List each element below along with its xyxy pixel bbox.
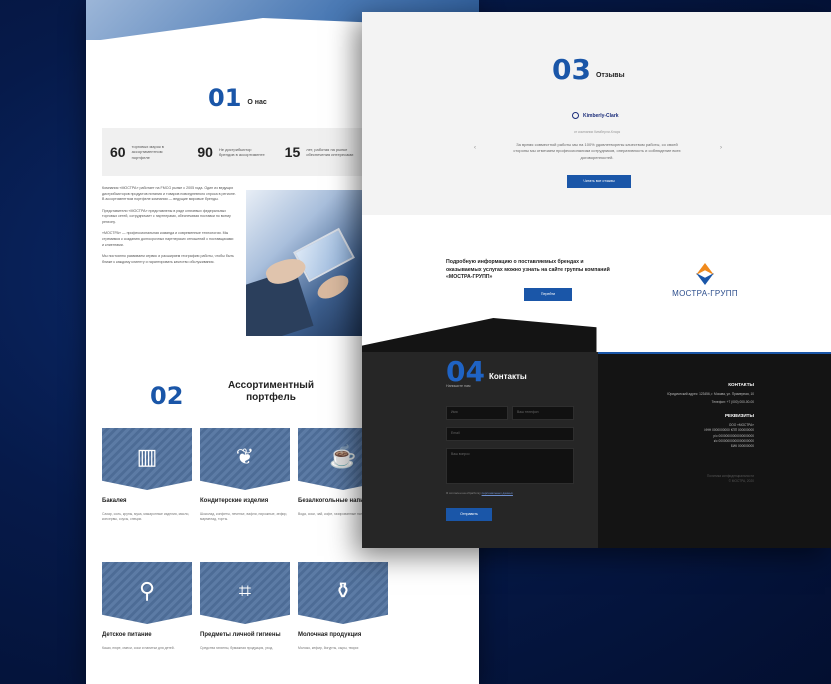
group-site-button[interactable]: Перейти [524, 288, 572, 301]
consent-checkbox[interactable]: Я согласен на обработку персональных дан… [446, 491, 576, 495]
card-description: Сахар, соль, крупы, мука, макаронные изд… [102, 511, 190, 521]
mostra-logo-icon [694, 263, 716, 285]
stat-item: 15 лет, работая на рынке обеспечения инт… [277, 144, 364, 160]
address-text: Юридический адрес: 123456, г. Москва, ул… [667, 392, 754, 396]
card-title: Бакалея [102, 498, 127, 504]
landing-page-preview-right: 03 Отзывы Kimberly-Clark от компании Ким… [362, 12, 831, 548]
message-field[interactable]: Ваш вопрос [446, 448, 574, 484]
review-author: от компании Кимберли-Кларк [573, 130, 621, 134]
mostra-group-logo[interactable]: МОСТРА-ГРУПП [660, 263, 750, 298]
send-button[interactable]: Отправить [446, 508, 492, 521]
stat-value: 90 [197, 144, 213, 160]
requisites-heading: РЕКВИЗИТЫ [724, 413, 754, 419]
category-card-hygiene[interactable]: ⌗ Предметы личной гигиены Средства гигие… [200, 562, 290, 651]
stat-item: 60 торговых марок в ассортиментном портф… [102, 144, 189, 160]
category-card-dairy[interactable]: ⚱ Молочная продукция Молоко, кефир, йогу… [298, 562, 388, 651]
about-number: 01 [208, 84, 242, 112]
category-card-grocery[interactable]: ▥ Бакалея Сахар, соль, крупы, мука, мака… [102, 428, 192, 522]
contacts-number: 04 [446, 355, 485, 388]
card-title: Кондитерские изделия [200, 498, 269, 504]
mostra-logo-text: МОСТРА-ГРУПП [672, 289, 738, 298]
portfolio-number: 02 [150, 382, 184, 410]
baby-food-icon: ⚲ [138, 577, 156, 603]
kimberly-clark-icon [572, 112, 579, 119]
stat-text: Не дистрибьютор брендов в ассортименте [218, 146, 265, 157]
hygiene-icon: ⌗ [238, 577, 252, 603]
stat-value: 60 [110, 144, 126, 160]
category-card-confectionery[interactable]: ❦ Кондитерские изделия Шоколад, конфеты,… [200, 428, 290, 522]
card-description: Молоко, кефир, йогурты, сыры, творог. [298, 645, 360, 650]
contacts-info-heading: КОНТАКТЫ [728, 382, 754, 387]
all-reviews-button[interactable]: Читать все отзывы [567, 175, 631, 188]
requisites-line: БИК 000000000 [730, 443, 754, 448]
kimberly-clark-logo: Kimberly-Clark [572, 112, 619, 119]
about-paragraph: Представители «МОСТРА» представлены в ря… [102, 208, 231, 224]
reviews-heading: 03 Отзывы [552, 56, 625, 84]
card-title: Предметы личной гигиены [200, 632, 281, 638]
phone-field[interactable]: Ваш телефон [512, 406, 574, 420]
business-tablet-photo [246, 190, 364, 336]
portfolio-label: Ассортиментный портфель [228, 380, 314, 403]
reviews-number: 03 [552, 53, 591, 86]
stat-value: 15 [284, 144, 301, 160]
phone-text[interactable]: Телефон: +7 (000) 000-00-00 [608, 400, 754, 405]
stat-item: 90 Не дистрибьютор брендов в ассортимент… [189, 144, 276, 160]
review-brand: Kimberly-Clark [583, 112, 619, 119]
name-field[interactable]: Имя [446, 406, 508, 420]
milk-icon: ⚱ [333, 577, 353, 603]
prev-arrow-icon[interactable]: ‹ [474, 145, 476, 151]
card-description: Каши, пюре, смеси, соки и напитки для де… [102, 645, 175, 650]
email-field[interactable]: Email [446, 427, 574, 441]
grocery-icon: ▥ [136, 443, 158, 469]
cup-icon: ☕ [329, 443, 357, 469]
about-paragraph: «МОСТРА» — профессиональная команда и со… [102, 231, 234, 247]
category-card-baby-food[interactable]: ⚲ Детское питание Каши, пюре, смеси, сок… [102, 562, 192, 651]
contacts-info-block: КОНТАКТЫ Юридический адрес: 123456, г. М… [608, 382, 754, 484]
stat-text: лет, работая на рынке обеспечения интере… [306, 146, 354, 157]
portfolio-heading: 02 [150, 384, 183, 408]
stat-text: торговых марок в ассортиментном портфеле [131, 144, 164, 160]
reviews-label: Отзывы [595, 72, 625, 79]
stats-bar: 60 торговых марок в ассортиментном портф… [102, 128, 364, 176]
about-paragraph: Мы постоянно развиваем сервис и расширяе… [102, 254, 234, 264]
next-arrow-icon[interactable]: › [720, 145, 722, 151]
contacts-heading: 04 Контакты [446, 358, 527, 386]
review-text: За время совместной работы мы на 100% уд… [513, 142, 681, 160]
about-label: О нас [247, 99, 267, 106]
candy-icon: ❦ [235, 443, 255, 469]
about-heading: 01 О нас [208, 86, 267, 110]
copyright-text: © МОСТРА, 2020 [728, 479, 754, 483]
card-description: Шоколад, конфеты, печенье, вафли, пирожн… [200, 511, 288, 521]
consent-text: Я согласен на обработку [446, 491, 482, 495]
about-paragraph: Компания «МОСТРА» работает на FMCG рынке… [102, 186, 236, 202]
contacts-label: Контакты [488, 372, 527, 381]
accent-divider [598, 352, 831, 354]
about-text-block: Компания «МОСТРА» работает на FMCG рынке… [102, 186, 236, 271]
group-info-text: Подробную информацию о поставляемых брен… [446, 259, 610, 281]
privacy-link[interactable]: персональных данных [482, 491, 513, 495]
contacts-subtitle: Напишите нам [446, 384, 471, 388]
card-description: Средства гигиены, бумажная продукция, ух… [200, 645, 274, 650]
card-title: Детское питание [102, 632, 152, 638]
card-title: Молочная продукция [298, 632, 362, 638]
